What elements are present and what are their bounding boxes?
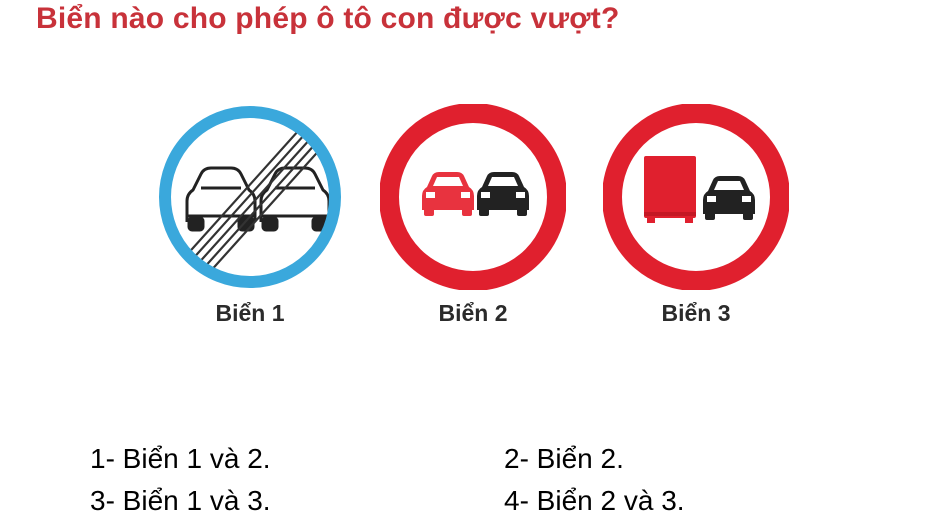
sign-2[interactable]: Biển 2	[380, 104, 566, 326]
sign-3-label: Biển 3	[661, 300, 731, 326]
no-overtaking-for-trucks-sign-icon	[603, 104, 789, 290]
no-overtaking-sign-icon	[380, 104, 566, 290]
answer-option-1[interactable]: 1- Biển 1 và 2.	[90, 443, 271, 475]
sign-1-label: Biển 1	[215, 300, 285, 326]
end-of-no-overtaking-sign-icon	[159, 106, 341, 288]
answer-option-4[interactable]: 4- Biển 2 và 3.	[504, 485, 685, 517]
sign-3[interactable]: Biển 3	[603, 104, 789, 326]
sign-1[interactable]: Biển 1	[157, 104, 343, 326]
answer-option-3[interactable]: 3- Biển 1 và 3.	[90, 485, 271, 517]
answer-option-2[interactable]: 2- Biển 2.	[504, 443, 624, 475]
question-title: Biển nào cho phép ô tô con được vượt?	[36, 2, 620, 35]
sign-2-label: Biển 2	[438, 300, 508, 326]
red-truck-icon	[644, 156, 696, 223]
